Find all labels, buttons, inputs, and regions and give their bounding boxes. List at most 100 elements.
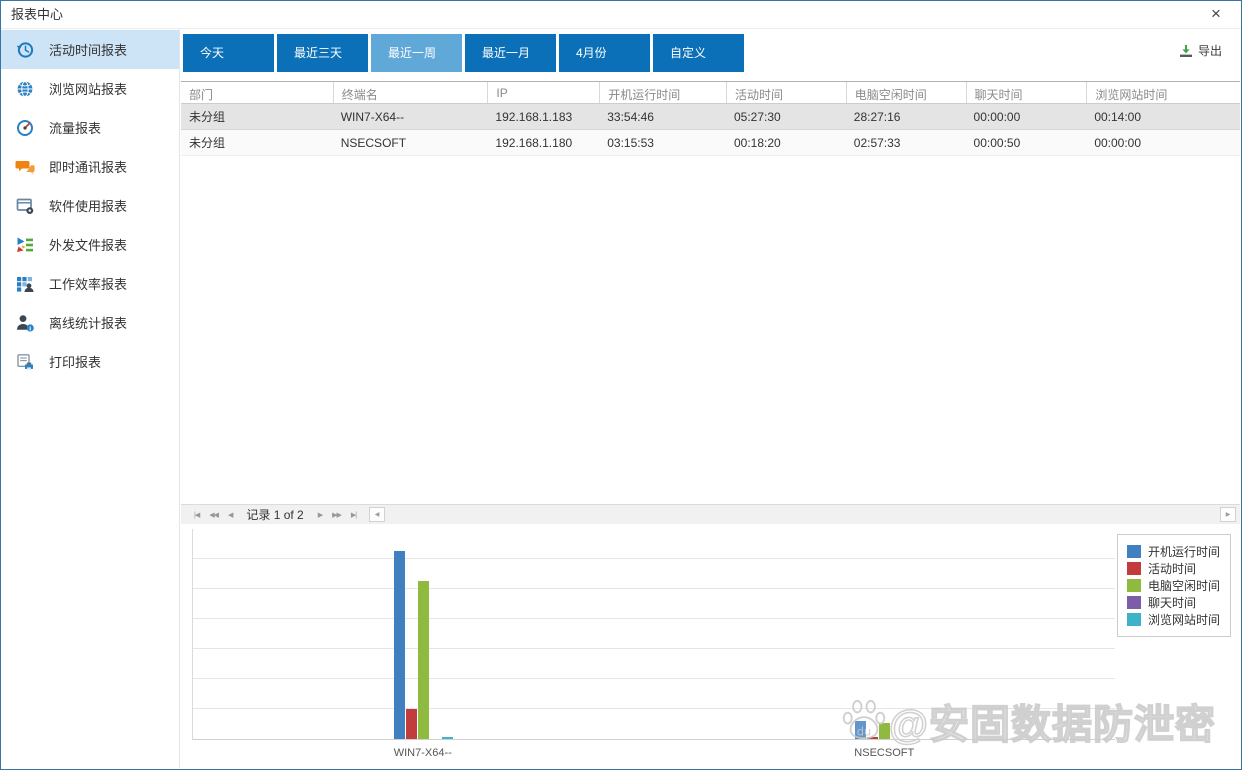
- legend-item: 活动时间: [1127, 560, 1220, 577]
- tab-today[interactable]: 今天: [183, 34, 274, 72]
- sidebar-item-label: 软件使用报表: [49, 196, 127, 215]
- sidebar-item-activity-time-report[interactable]: 活动时间报表: [1, 30, 179, 69]
- column-header-ip[interactable]: IP: [487, 82, 599, 103]
- cell-department: 未分组: [181, 108, 333, 125]
- column-header-active-time[interactable]: 活动时间: [726, 82, 846, 103]
- grid-person-icon: [15, 274, 35, 294]
- sidebar-item-website-report[interactable]: 浏览网站报表: [1, 69, 179, 108]
- cell-active-time: 05:27:30: [726, 110, 846, 124]
- tab-last-3-days[interactable]: 最近三天: [277, 34, 368, 72]
- tab-april[interactable]: 4月份: [559, 34, 650, 72]
- report-center-window: 报表中心 × 活动时间报表 浏览网站报表 流量报表 即时通讯报表: [0, 0, 1242, 770]
- chart-legend: 开机运行时间活动时间电脑空闲时间聊天时间浏览网站时间: [1117, 534, 1231, 637]
- legend-swatch: [1127, 596, 1141, 609]
- cell-chat-time: 00:00:00: [966, 110, 1087, 124]
- chart-gridline: [193, 648, 1115, 649]
- legend-label: 开机运行时间: [1148, 543, 1220, 560]
- chart-bar: [394, 551, 405, 739]
- legend-swatch: [1127, 613, 1141, 626]
- legend-swatch: [1127, 545, 1141, 558]
- legend-label: 活动时间: [1148, 560, 1196, 577]
- pager-fast-next-button[interactable]: ▶▶: [332, 511, 341, 519]
- legend-label: 聊天时间: [1148, 594, 1196, 611]
- chart-bar: [867, 737, 878, 739]
- column-header-boot-time[interactable]: 开机运行时间: [599, 82, 726, 103]
- pager-first-button[interactable]: |◀: [194, 511, 199, 519]
- title-bar: 报表中心 ×: [1, 1, 1241, 29]
- export-button[interactable]: 导出: [1179, 42, 1222, 59]
- sidebar-item-label: 浏览网站报表: [49, 79, 127, 98]
- globe-icon: [15, 79, 35, 99]
- table-header-row: 部门 终端名 IP 开机运行时间 活动时间 电脑空闲时间 聊天时间 浏览网站时间: [181, 81, 1240, 104]
- chart-bar-group: [393, 551, 455, 739]
- legend-swatch: [1127, 562, 1141, 575]
- chart-category-label: NSECSOFT: [804, 747, 964, 759]
- cell-active-time: 00:18:20: [726, 136, 846, 150]
- column-header-chat-time[interactable]: 聊天时间: [966, 82, 1087, 103]
- pager-prev-button[interactable]: ◀: [228, 511, 232, 519]
- legend-item: 电脑空闲时间: [1127, 577, 1220, 594]
- sidebar-item-software-usage-report[interactable]: 软件使用报表: [1, 186, 179, 225]
- sidebar-item-outgoing-file-report[interactable]: 外发文件报表: [1, 225, 179, 264]
- main-panel: 今天 最近三天 最近一周 最近一月 4月份 自定义 导出 部门 终端名 IP 开…: [181, 29, 1240, 768]
- export-label: 导出: [1198, 42, 1222, 59]
- history-icon: [15, 40, 35, 60]
- sidebar-item-label: 流量报表: [49, 118, 101, 137]
- sidebar-item-label: 离线统计报表: [49, 313, 127, 332]
- chat-icon: [15, 157, 35, 177]
- table-row[interactable]: 未分组 WIN7-X64-- 192.168.1.183 33:54:46 05…: [181, 104, 1240, 130]
- pager-next-button[interactable]: ▶: [318, 511, 322, 519]
- close-icon[interactable]: ×: [1203, 1, 1229, 28]
- sidebar-item-work-efficiency-report[interactable]: 工作效率报表: [1, 264, 179, 303]
- chart-plot: [192, 529, 1115, 740]
- legend-item: 聊天时间: [1127, 594, 1220, 611]
- legend-swatch: [1127, 579, 1141, 592]
- column-header-department[interactable]: 部门: [181, 82, 333, 103]
- column-header-browse-time[interactable]: 浏览网站时间: [1086, 82, 1240, 103]
- sidebar-item-print-report[interactable]: 打印报表: [1, 342, 179, 381]
- table-row[interactable]: 未分组 NSECSOFT 192.168.1.180 03:15:53 00:1…: [181, 130, 1240, 156]
- cell-chat-time: 00:00:50: [966, 136, 1087, 150]
- hscroll-left-button[interactable]: ◀: [369, 507, 385, 522]
- pager-record-text: 记录 1 of 2: [246, 506, 303, 523]
- chart-bar-group: [854, 721, 916, 739]
- chart-gridline: [193, 558, 1115, 559]
- chart-gridline: [193, 618, 1115, 619]
- cell-terminal-name: NSECSOFT: [333, 136, 488, 150]
- cell-idle-time: 28:27:16: [846, 110, 966, 124]
- sidebar-item-label: 打印报表: [49, 352, 101, 371]
- pager-fast-prev-button[interactable]: ◀◀: [209, 511, 218, 519]
- gauge-icon: [15, 118, 35, 138]
- column-header-terminal-name[interactable]: 终端名: [333, 82, 488, 103]
- pager-last-button[interactable]: ▶|: [351, 511, 356, 519]
- cell-idle-time: 02:57:33: [846, 136, 966, 150]
- time-range-tabbar: 今天 最近三天 最近一周 最近一月 4月份 自定义: [183, 34, 747, 72]
- person-info-icon: i: [15, 313, 35, 333]
- window-title: 报表中心: [11, 1, 63, 28]
- chart-area: 开机运行时间活动时间电脑空闲时间聊天时间浏览网站时间 du @安固数据防泄密 W…: [181, 524, 1240, 768]
- sidebar-item-label: 工作效率报表: [49, 274, 127, 293]
- sidebar-item-offline-stats-report[interactable]: i 离线统计报表: [1, 303, 179, 342]
- cell-ip: 192.168.1.183: [487, 110, 599, 124]
- sidebar: 活动时间报表 浏览网站报表 流量报表 即时通讯报表 软件使用报表: [1, 29, 180, 768]
- cell-ip: 192.168.1.180: [487, 136, 599, 150]
- report-table: 部门 终端名 IP 开机运行时间 活动时间 电脑空闲时间 聊天时间 浏览网站时间…: [181, 81, 1240, 156]
- pager-bar: |◀ ◀◀ ◀ 记录 1 of 2 ▶ ▶▶ ▶| ◀ ▶: [181, 504, 1240, 525]
- legend-label: 浏览网站时间: [1148, 611, 1220, 628]
- chart-category-label: WIN7-X64--: [343, 747, 503, 759]
- tab-last-week[interactable]: 最近一周: [371, 34, 462, 72]
- cell-boot-time: 03:15:53: [599, 136, 726, 150]
- column-header-idle-time[interactable]: 电脑空闲时间: [846, 82, 966, 103]
- chart-bar: [855, 721, 866, 739]
- cell-department: 未分组: [181, 134, 333, 151]
- cell-browse-time: 00:00:00: [1086, 136, 1240, 150]
- svg-text:i: i: [29, 326, 31, 332]
- hscroll-right-button[interactable]: ▶: [1220, 507, 1236, 522]
- tab-custom[interactable]: 自定义: [653, 34, 744, 72]
- sidebar-item-traffic-report[interactable]: 流量报表: [1, 108, 179, 147]
- sidebar-item-im-report[interactable]: 即时通讯报表: [1, 147, 179, 186]
- download-icon: [1179, 44, 1193, 58]
- chart-bar: [442, 737, 453, 739]
- tab-last-month[interactable]: 最近一月: [465, 34, 556, 72]
- cell-boot-time: 33:54:46: [599, 110, 726, 124]
